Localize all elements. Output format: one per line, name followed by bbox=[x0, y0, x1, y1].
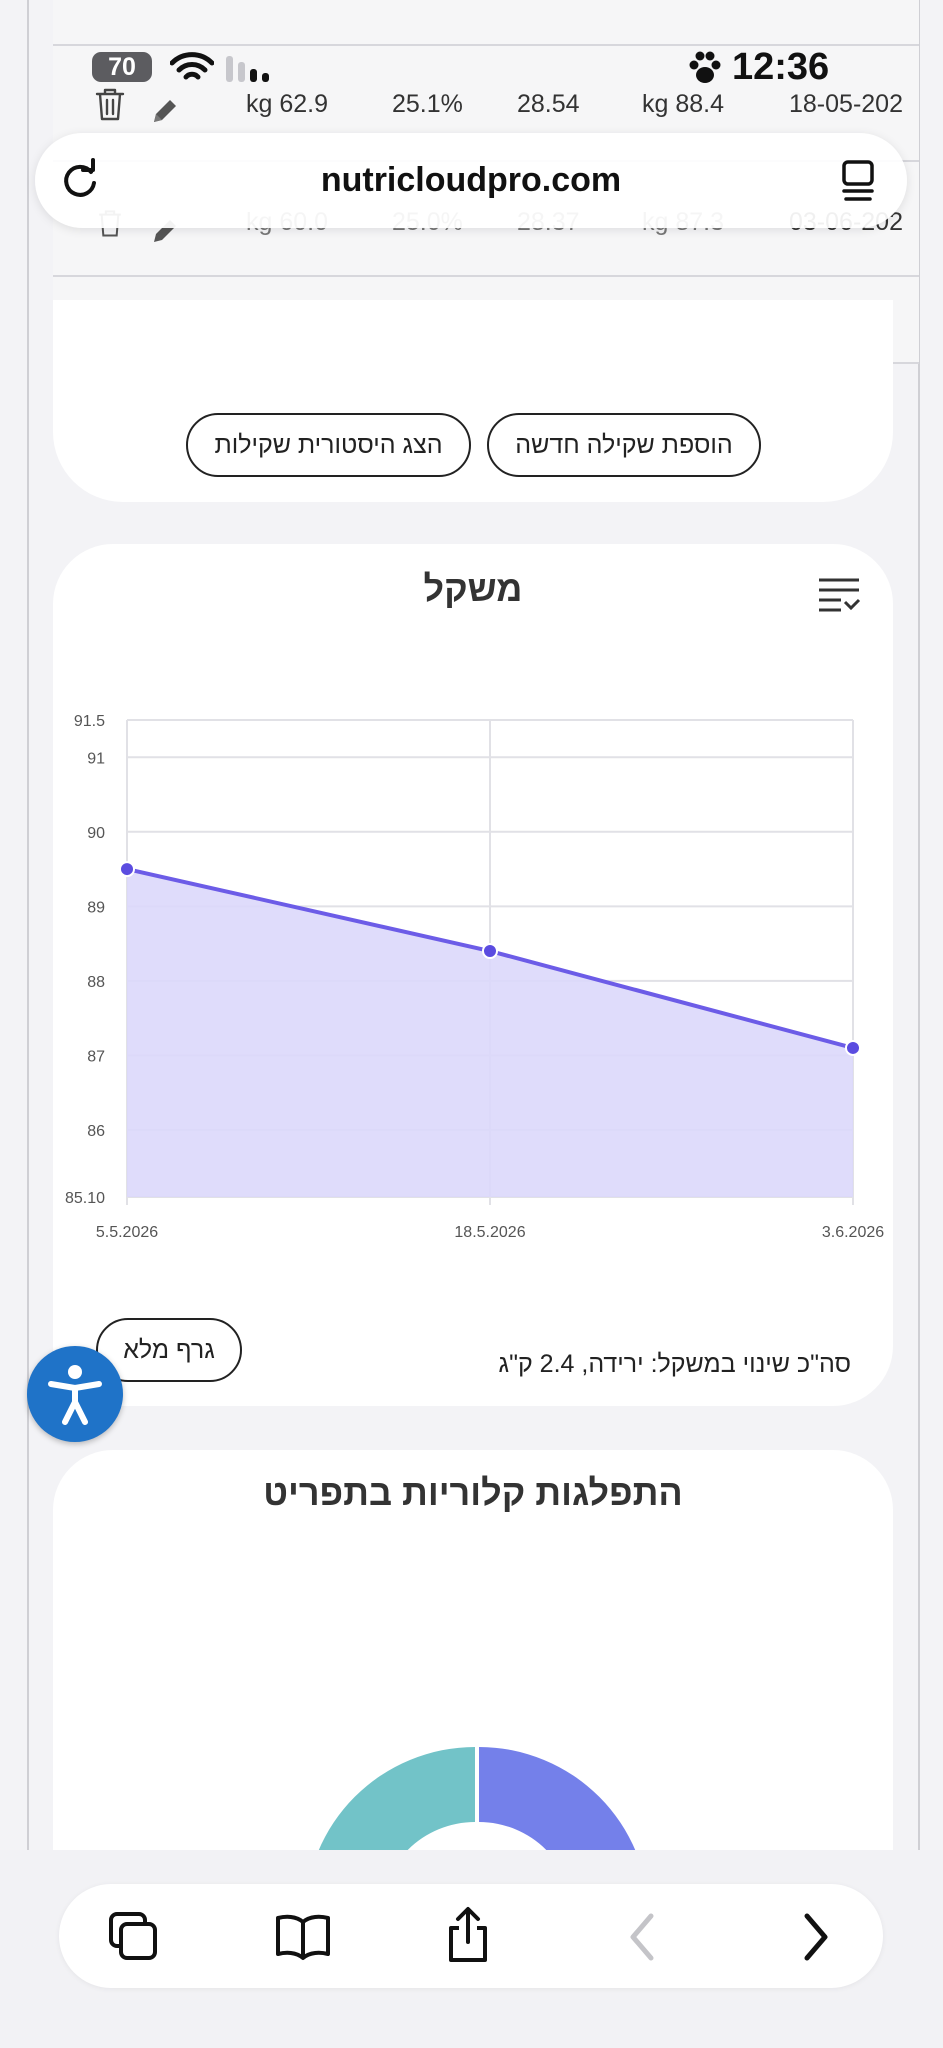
cell-bmi: 28.54 bbox=[517, 90, 580, 118]
y-tick-label: 91.5 bbox=[74, 713, 105, 730]
weight-data-point bbox=[482, 943, 498, 960]
url-text[interactable]: nutricloudpro.com bbox=[35, 133, 907, 228]
table-row-divider bbox=[53, 275, 919, 277]
y-tick-label: 88 bbox=[87, 974, 105, 991]
paw-icon bbox=[686, 50, 724, 91]
calories-donut-chart bbox=[311, 1747, 643, 1870]
battery-indicator: 70 bbox=[92, 52, 152, 82]
trash-icon[interactable] bbox=[94, 86, 126, 122]
x-tick-label: 18.5.2026 bbox=[454, 1224, 525, 1241]
add-weighing-button[interactable]: הוספת שקילה חדשה bbox=[487, 413, 761, 477]
reload-icon[interactable] bbox=[57, 158, 103, 209]
pencil-icon[interactable] bbox=[150, 96, 180, 126]
cell-weight: kg 62.9 bbox=[246, 90, 329, 118]
x-tick-label: 5.5.2026 bbox=[96, 1224, 158, 1241]
weight-data-point bbox=[845, 1039, 861, 1056]
y-tick-label: 90 bbox=[87, 825, 105, 842]
cell-fat-percent: 25.1% bbox=[392, 90, 463, 118]
x-tick-label: 3.6.2026 bbox=[822, 1224, 884, 1241]
y-tick-label: 91 bbox=[87, 750, 105, 767]
weight-card: משקל 91.5 91 90 89 88 87 86 85.10 5.5.2026 18.5.2… bbox=[53, 544, 893, 1406]
status-time: 12:36 bbox=[732, 46, 830, 88]
url-bar[interactable]: nutricloudpro.com bbox=[35, 133, 907, 228]
signal-icon bbox=[226, 52, 278, 89]
weight-chart: 91.5 91 90 89 88 87 86 85.10 5.5.2026 18.5.2026 3.… bbox=[65, 713, 884, 1241]
cell-ideal-weight: kg 88.4 bbox=[642, 90, 725, 118]
accessibility-button[interactable] bbox=[27, 1346, 123, 1442]
browser-toolbar bbox=[59, 1884, 883, 1988]
tabs-icon[interactable] bbox=[107, 1910, 165, 1969]
reader-icon[interactable] bbox=[836, 158, 880, 209]
cell-date: 18-05-202 bbox=[789, 90, 903, 118]
weight-data-point bbox=[119, 861, 135, 878]
wifi-icon bbox=[169, 52, 215, 89]
y-tick-label: 89 bbox=[87, 899, 105, 916]
chevron-right-icon[interactable] bbox=[795, 1910, 835, 1969]
show-history-button[interactable]: הצג היסטורית שקילות bbox=[186, 413, 471, 477]
total-change-text: סה"כ שינוי במשקל: ירידה, 2.4 ק"ג bbox=[498, 1350, 851, 1378]
share-icon[interactable] bbox=[443, 1906, 493, 1969]
weighings-card-bottom bbox=[53, 300, 893, 502]
book-icon[interactable] bbox=[274, 1910, 332, 1969]
chevron-left-icon[interactable] bbox=[623, 1910, 663, 1969]
y-tick-label: 87 bbox=[87, 1048, 105, 1065]
frame-border-left bbox=[27, 0, 29, 1860]
y-tick-label: 86 bbox=[87, 1123, 105, 1140]
calories-card: התפלגות קלוריות בתפריט bbox=[53, 1450, 893, 1870]
y-tick-label: 85.10 bbox=[65, 1190, 105, 1207]
accessibility-icon bbox=[48, 1365, 102, 1425]
